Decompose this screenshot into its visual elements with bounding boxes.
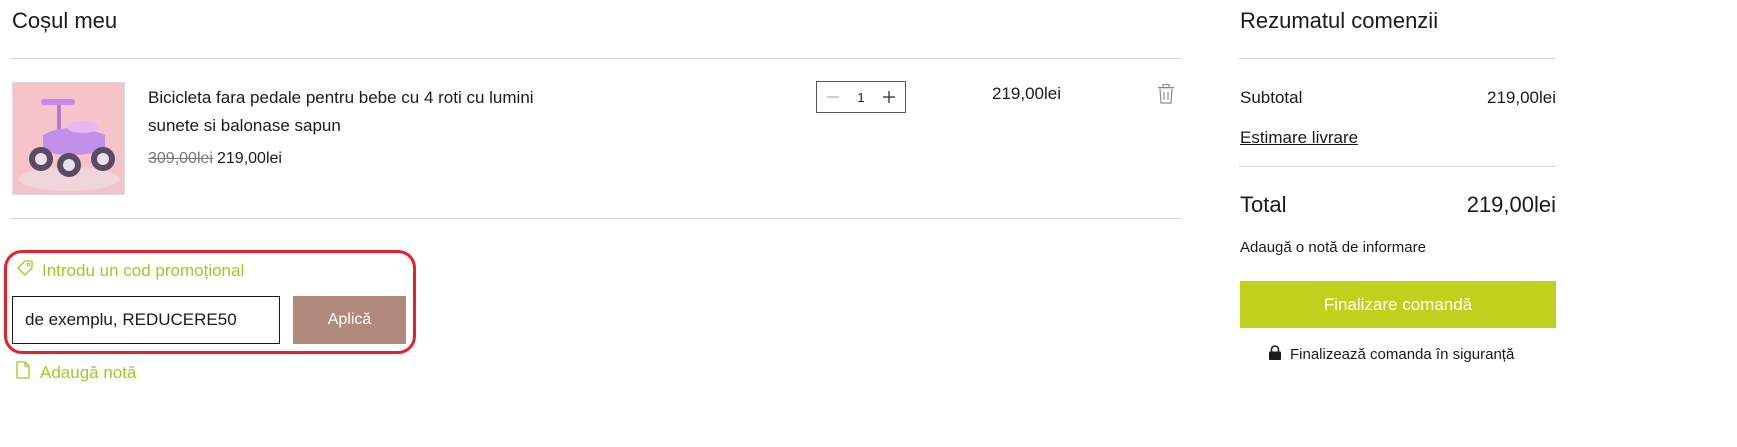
estimate-shipping-link[interactable]: Estimare livrare [1240, 128, 1358, 148]
file-icon [16, 361, 30, 384]
plus-icon[interactable] [879, 87, 899, 107]
subtotal-label: Subtotal [1240, 88, 1303, 107]
product-thumbnail[interactable] [12, 82, 125, 195]
old-price: 309,00lei [148, 150, 213, 167]
divider [11, 218, 1182, 219]
promo-link-label: Introdu un cod promoțional [42, 260, 245, 280]
lock-icon [1268, 345, 1282, 364]
cart-title: Coșul meu [12, 8, 118, 33]
total-row: Total 219,00lei [1240, 192, 1556, 218]
unit-price: 219,00lei [217, 150, 282, 167]
minus-icon[interactable] [823, 87, 843, 107]
add-info-note-link[interactable]: Adaugă o notă de informare [1240, 239, 1426, 256]
apply-button[interactable]: Aplică [293, 296, 406, 344]
subtotal-value: 219,00lei [1486, 88, 1556, 107]
divider [1239, 166, 1556, 167]
line-total: 219,00lei [992, 84, 1062, 103]
total-value: 219,00lei [1466, 192, 1556, 217]
checkout-button[interactable]: Finalizare comandă [1240, 281, 1556, 328]
promo-code-toggle[interactable]: Introdu un cod promoțional [16, 259, 244, 282]
divider [1239, 58, 1556, 59]
add-note-link[interactable]: Adaugă notă [16, 361, 136, 384]
promo-code-input[interactable] [12, 296, 280, 344]
product-name[interactable]: Bicicleta fara pedale pentru bebe cu 4 r… [148, 84, 588, 140]
total-label: Total [1240, 192, 1287, 217]
add-note-label: Adaugă notă [40, 362, 137, 382]
quantity-value[interactable]: 1 [857, 90, 864, 105]
trash-icon[interactable] [1157, 83, 1177, 106]
divider [11, 58, 1182, 59]
tag-icon [16, 259, 34, 282]
secure-checkout-label: Finalizează comanda în siguranță [1290, 346, 1515, 363]
secure-checkout-note: Finalizează comanda în siguranță [1268, 345, 1514, 364]
summary-title: Rezumatul comenzii [1240, 8, 1439, 33]
product-image [13, 83, 124, 194]
subtotal-row: Subtotal 219,00lei [1240, 88, 1556, 108]
quantity-stepper: 1 [816, 81, 906, 113]
